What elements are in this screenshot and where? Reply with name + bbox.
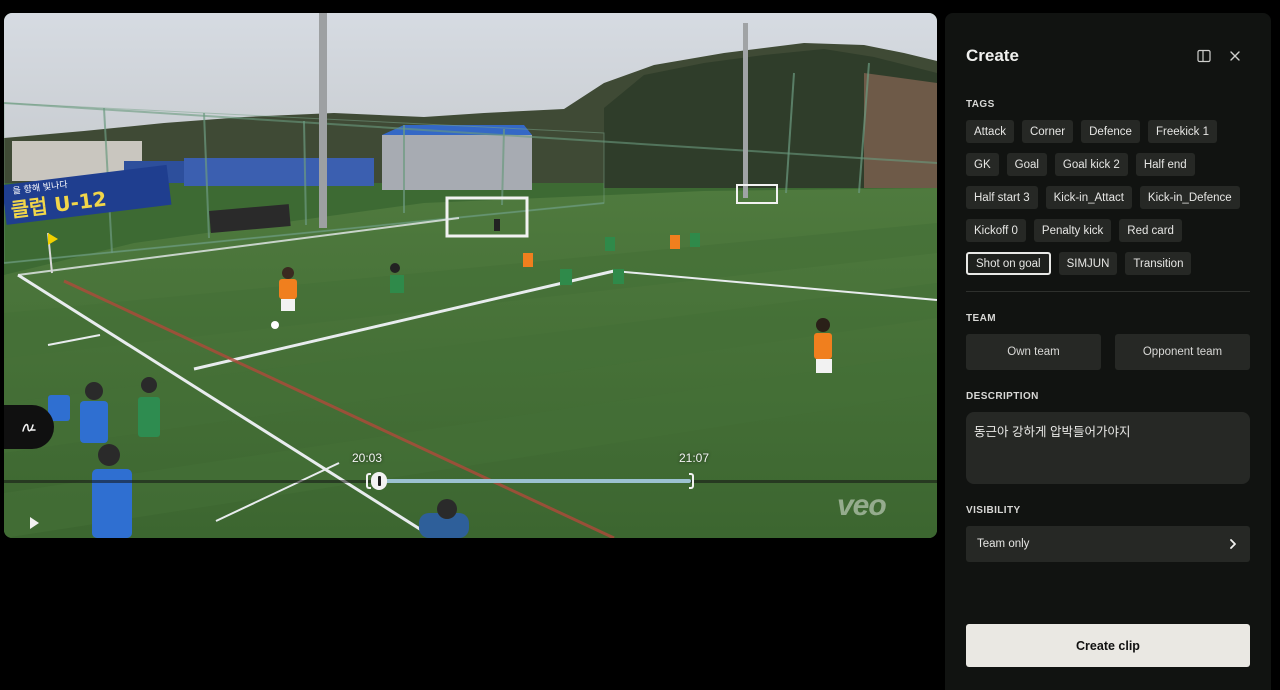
- tag-chip[interactable]: Freekick 1: [1147, 120, 1218, 143]
- clip-end-time: 21:07: [679, 451, 710, 465]
- clip-start-time: 20:03: [352, 451, 383, 465]
- tags-label: TAGS: [966, 99, 995, 110]
- team-label: TEAM: [966, 313, 996, 324]
- tag-chip[interactable]: Attack: [966, 120, 1014, 143]
- tag-chip[interactable]: Goal kick 2: [1054, 153, 1128, 176]
- description-field[interactable]: 동근아 강하게 압박들어가야지: [966, 412, 1250, 484]
- tag-list: Attack Corner Defence Freekick 1 GK Goal Goal …: [966, 120, 1256, 275]
- visibility-label: VISIBILITY: [966, 505, 1021, 516]
- play-icon: [30, 517, 39, 529]
- tag-chip[interactable]: Defence: [1081, 120, 1140, 143]
- tag-chip[interactable]: Penalty kick: [1033, 219, 1112, 242]
- panel-title: Create: [966, 46, 1019, 65]
- drawing-tool-handle[interactable]: [4, 405, 54, 449]
- clip-range-bar[interactable]: [377, 479, 691, 483]
- create-clip-panel: Create TAGS Attack Corner Defence Freekick …: [945, 13, 1271, 690]
- close-button[interactable]: [1227, 48, 1243, 64]
- own-team-button[interactable]: Own team: [966, 334, 1101, 370]
- tag-chip[interactable]: Kickoff 0: [966, 219, 1026, 242]
- toggle-sidebar-button[interactable]: [1196, 48, 1212, 64]
- tag-chip[interactable]: Half start 3: [966, 186, 1038, 209]
- tag-chip[interactable]: Red card: [1119, 219, 1182, 242]
- tag-chip[interactable]: Transition: [1125, 252, 1192, 275]
- opponent-team-button[interactable]: Opponent team: [1115, 334, 1250, 370]
- create-clip-button[interactable]: Create clip: [966, 624, 1250, 667]
- tag-chip[interactable]: Kick-in_Attact: [1045, 186, 1132, 209]
- veo-watermark: veo: [837, 489, 887, 522]
- chevron-right-icon: [1230, 539, 1236, 549]
- tag-chip[interactable]: Kick-in_Defence: [1139, 186, 1240, 209]
- sidebar-layout-icon: [1197, 49, 1211, 63]
- tag-chip[interactable]: GK: [966, 153, 999, 176]
- drawing-icon: [22, 423, 36, 432]
- playhead[interactable]: [371, 472, 387, 490]
- play-button[interactable]: [24, 513, 44, 533]
- divider: [966, 291, 1250, 292]
- video-player[interactable]: 클럽 U-12 을 향해 빛나다 veo: [4, 13, 937, 538]
- description-label: DESCRIPTION: [966, 391, 1039, 402]
- tag-chip[interactable]: Goal: [1006, 153, 1047, 176]
- clip-end-handle[interactable]: [689, 473, 694, 489]
- tag-chip[interactable]: Half end: [1135, 153, 1195, 176]
- tag-chip[interactable]: Corner: [1021, 120, 1074, 143]
- tag-chip[interactable]: Shot on goal: [966, 252, 1051, 275]
- close-icon: [1230, 51, 1240, 61]
- tag-chip[interactable]: SIMJUN: [1058, 252, 1118, 275]
- visibility-select[interactable]: Team only: [966, 526, 1250, 562]
- match-video-frame: 클럽 U-12 을 향해 빛나다: [4, 13, 937, 538]
- visibility-value: Team only: [977, 538, 1030, 550]
